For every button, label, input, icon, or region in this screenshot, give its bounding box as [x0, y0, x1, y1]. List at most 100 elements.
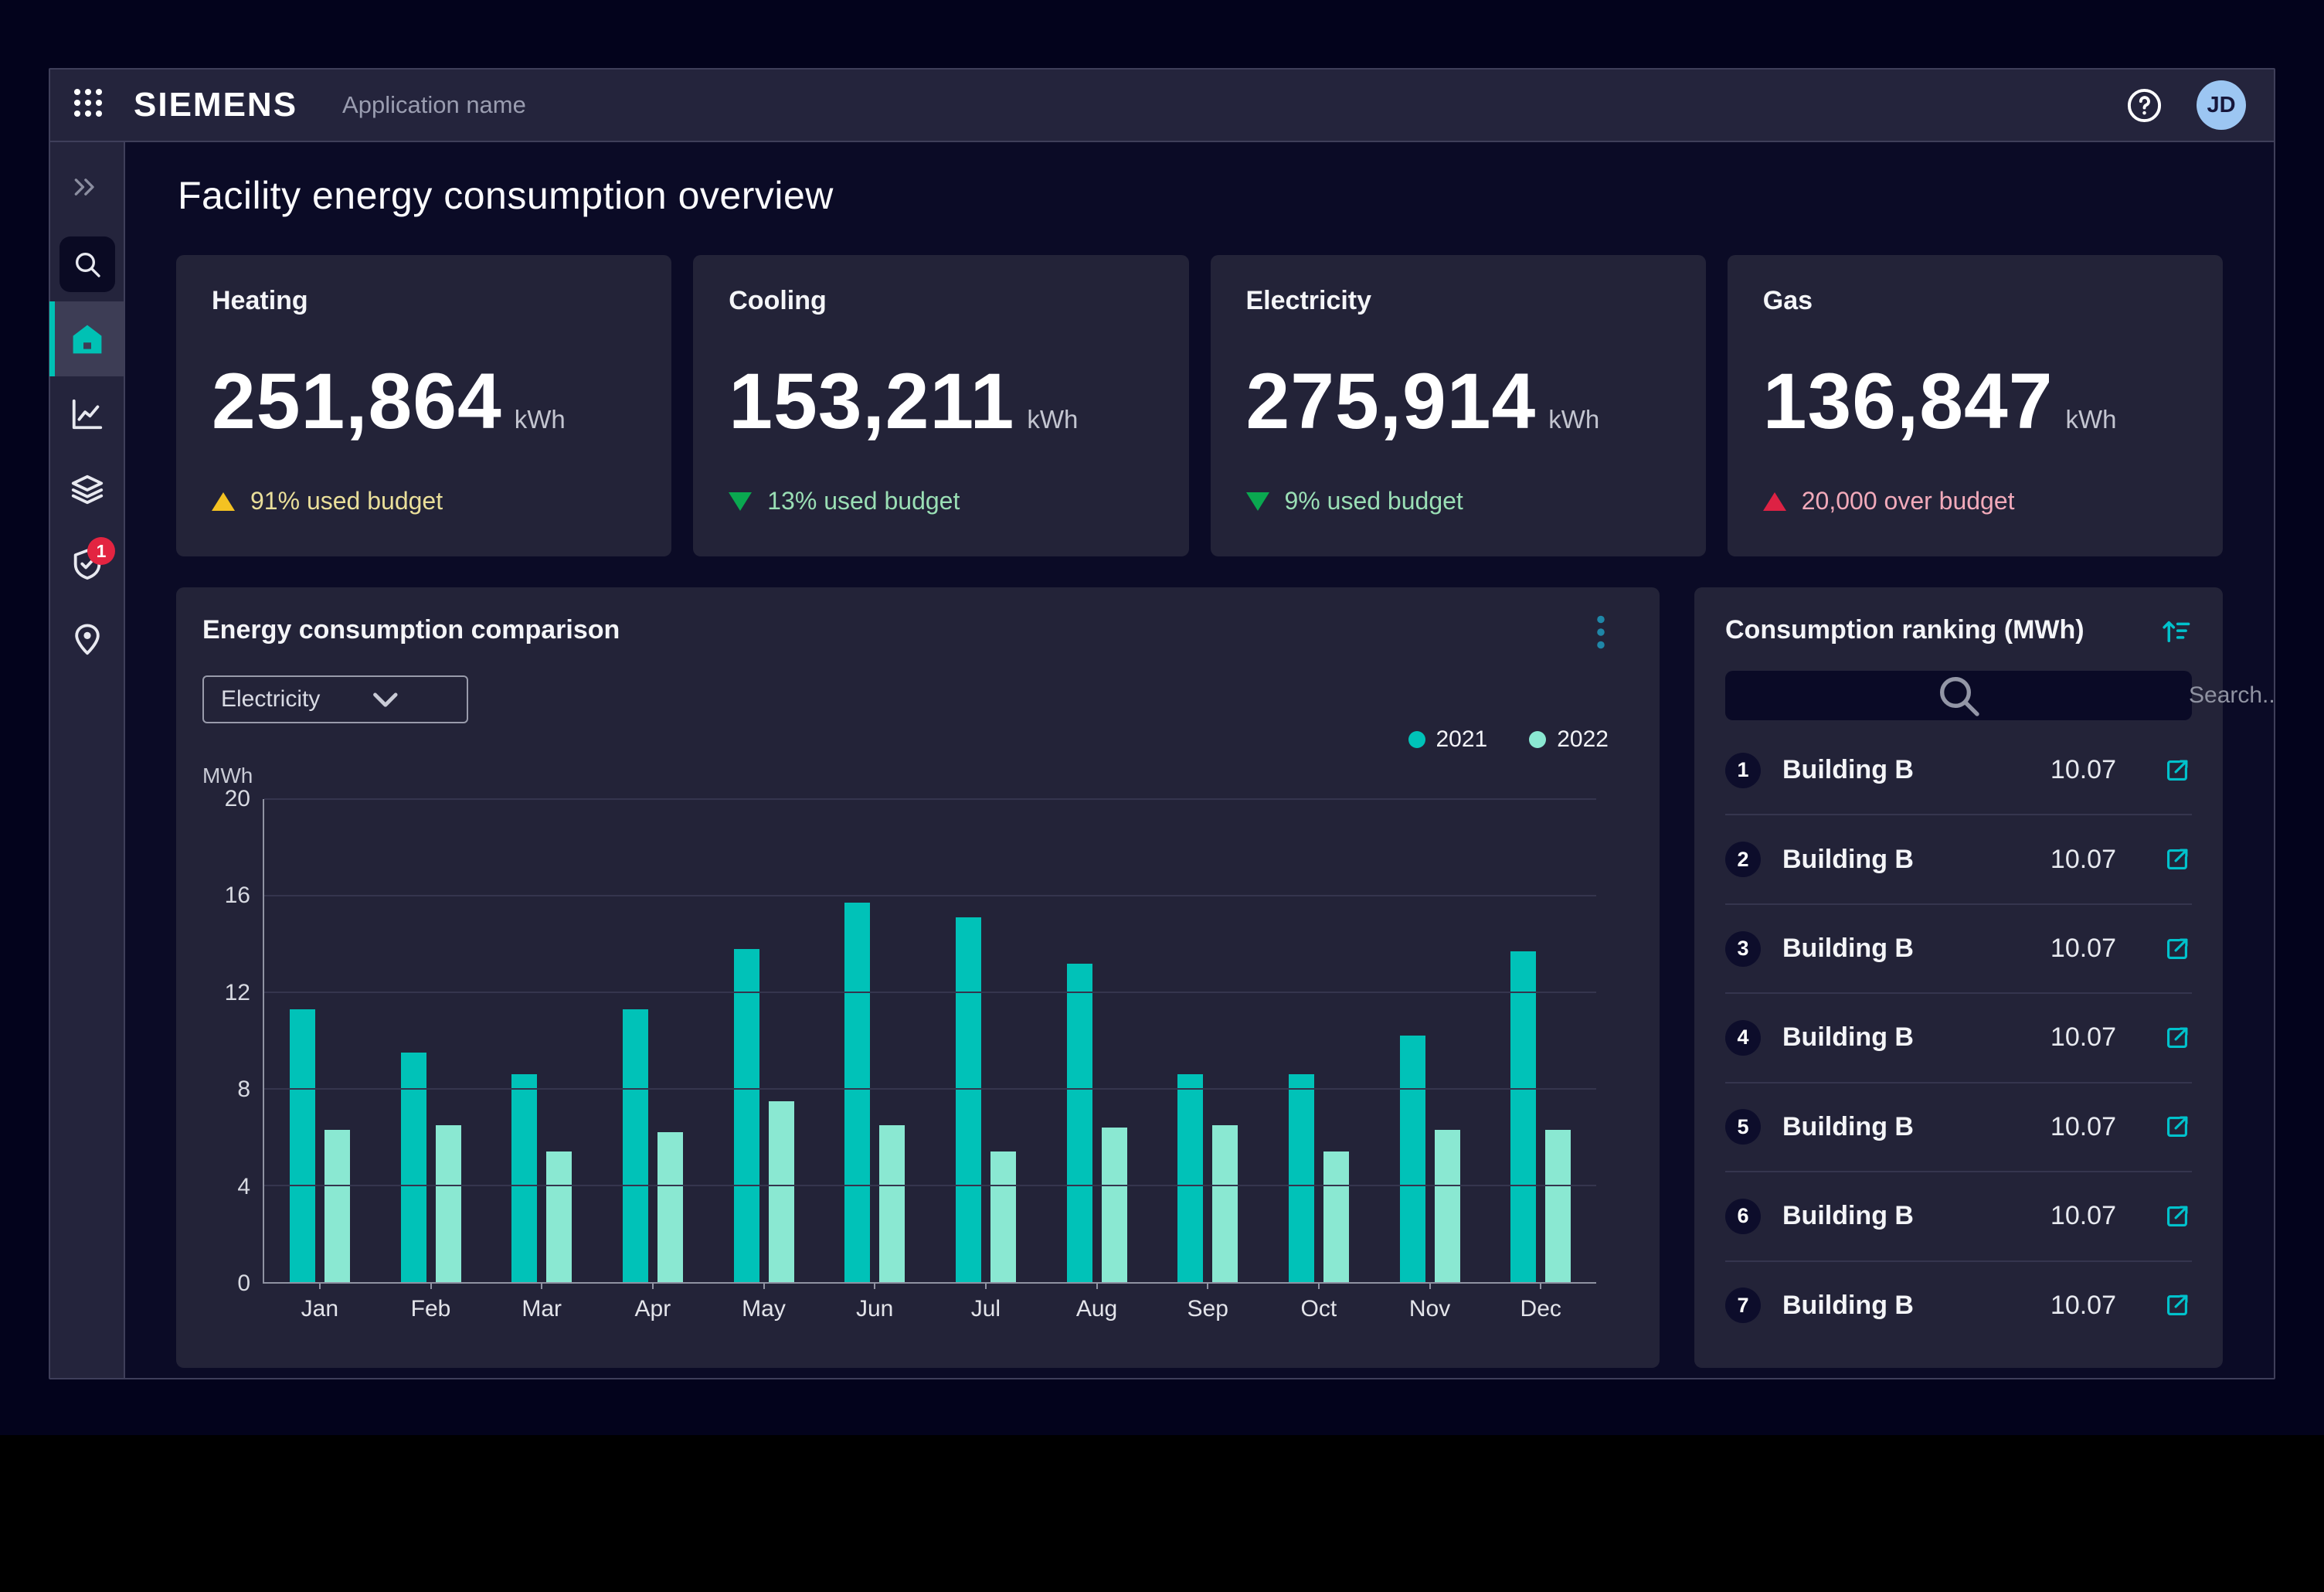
ranking-row-5[interactable]: 5 Building B 10.07	[1725, 1083, 2192, 1172]
open-building-button[interactable]	[2163, 1202, 2192, 1231]
bar-2022-mar[interactable]	[546, 1151, 572, 1282]
bar-2022-jun[interactable]	[879, 1125, 905, 1282]
avatar[interactable]: JD	[2197, 80, 2246, 130]
sort-button[interactable]	[2159, 615, 2192, 648]
page-title: Facility energy consumption overview	[178, 173, 2223, 218]
x-axis-tick	[652, 1282, 654, 1289]
bar-2021-nov[interactable]	[1400, 1036, 1425, 1282]
status-triangle-icon	[1246, 492, 1269, 511]
bar-2022-nov[interactable]	[1435, 1130, 1460, 1282]
bar-2022-oct[interactable]	[1323, 1151, 1349, 1282]
bar-2021-oct[interactable]	[1289, 1074, 1314, 1282]
status-triangle-icon	[729, 492, 752, 511]
status-triangle-icon	[212, 492, 235, 511]
search-icon	[1742, 671, 2175, 720]
ranking-row-6[interactable]: 6 Building B 10.07	[1725, 1172, 2192, 1261]
bar-2021-jun[interactable]	[844, 903, 870, 1282]
legend-dot	[1529, 731, 1546, 748]
sidebar-item-home[interactable]	[49, 301, 124, 376]
search-input[interactable]	[2189, 682, 2274, 709]
bar-group-dec	[1485, 799, 1596, 1282]
bar-2021-apr[interactable]	[623, 1009, 648, 1282]
gridline	[264, 1185, 1596, 1186]
bar-2021-may[interactable]	[734, 949, 759, 1282]
bar-2022-dec[interactable]	[1545, 1130, 1571, 1282]
sidebar-item-search[interactable]	[49, 226, 124, 301]
help-button[interactable]	[2126, 87, 2163, 124]
bar-group-jun	[819, 799, 930, 1282]
x-tick-label: Mar	[486, 1296, 597, 1322]
x-tick-label: Aug	[1041, 1296, 1153, 1322]
sort-icon	[2159, 615, 2192, 648]
chart-options-button[interactable]	[1596, 615, 1627, 652]
open-building-button[interactable]	[2163, 1112, 2192, 1141]
active-indicator	[49, 301, 55, 376]
ranking-row-4[interactable]: 4 Building B 10.07	[1725, 994, 2192, 1083]
bar-2021-dec[interactable]	[1510, 951, 1536, 1282]
kpi-card-gas: Gas 136,847 kWh 20,000 over budget	[1728, 255, 2223, 556]
app-header: SIEMENS Application name JD	[50, 70, 2274, 142]
bar-2022-may[interactable]	[769, 1101, 794, 1282]
bar-2022-apr[interactable]	[657, 1132, 683, 1282]
legend-label: 2021	[1436, 726, 1488, 753]
consumption-value: 10.07	[2050, 934, 2116, 964]
building-name: Building B	[1782, 1022, 2029, 1053]
gridline	[264, 1088, 1596, 1090]
sidebar-item-layers[interactable]	[49, 451, 124, 526]
ranking-row-1[interactable]: 1 Building B 10.07	[1725, 726, 2192, 815]
external-link-icon	[2163, 1112, 2192, 1141]
kpi-unit: kWh	[1027, 405, 1078, 434]
bar-2021-jan[interactable]	[290, 1009, 315, 1282]
kpi-label: Heating	[212, 286, 636, 316]
bar-2021-aug[interactable]	[1067, 964, 1092, 1283]
kpi-unit: kWh	[515, 405, 566, 434]
bar-2021-mar[interactable]	[511, 1074, 537, 1282]
sidebar-item-chevron-double-right[interactable]	[49, 151, 124, 226]
sidebar-item-shield-check[interactable]: 1	[49, 526, 124, 601]
y-tick-label: 0	[237, 1271, 250, 1297]
plot-area	[263, 799, 1596, 1284]
plot-row: 048121620	[202, 799, 1627, 1284]
bar-2022-jul[interactable]	[990, 1151, 1016, 1282]
notification-badge: 1	[87, 537, 115, 565]
consumption-value: 10.07	[2050, 1022, 2116, 1053]
app-launcher-button[interactable]	[72, 87, 109, 124]
bar-2022-jan[interactable]	[324, 1130, 350, 1282]
consumption-ranking-panel: Consumption ranking (MWh) 1 Building B 1…	[1694, 587, 2223, 1368]
bar-2022-feb[interactable]	[436, 1125, 461, 1282]
x-axis-tick	[874, 1282, 875, 1289]
building-name: Building B	[1782, 1201, 2029, 1231]
energy-type-select[interactable]: Electricity	[202, 675, 468, 723]
header-actions: JD	[2126, 80, 2246, 130]
sidebar-item-line-chart[interactable]	[49, 376, 124, 451]
consumption-value: 10.07	[2050, 1291, 2116, 1321]
bar-2021-jul[interactable]	[956, 917, 981, 1282]
open-building-button[interactable]	[2163, 934, 2192, 964]
open-building-button[interactable]	[2163, 1291, 2192, 1320]
bar-2021-sep[interactable]	[1177, 1074, 1203, 1282]
open-building-button[interactable]	[2163, 1023, 2192, 1053]
bar-group-jul	[930, 799, 1041, 1282]
open-building-button[interactable]	[2163, 756, 2192, 785]
bar-2022-aug[interactable]	[1102, 1128, 1127, 1282]
bar-2021-feb[interactable]	[401, 1053, 426, 1282]
x-axis-labels: JanFebMarAprMayJunJulAugSepOctNovDec	[264, 1296, 1596, 1322]
chart-panel-title: Energy consumption comparison	[202, 615, 620, 645]
kpi-card-electricity: Electricity 275,914 kWh 9% used budget	[1211, 255, 1706, 556]
bar-2022-sep[interactable]	[1212, 1125, 1238, 1282]
y-tick-label: 4	[237, 1174, 250, 1200]
bar-group-mar	[486, 799, 597, 1282]
gridline	[264, 798, 1596, 800]
ranking-row-3[interactable]: 3 Building B 10.07	[1725, 905, 2192, 994]
x-tick-label: Sep	[1152, 1296, 1263, 1322]
home-icon	[70, 321, 105, 357]
ranking-search	[1725, 671, 2192, 720]
open-building-button[interactable]	[2163, 845, 2192, 874]
bar-group-sep	[1152, 799, 1263, 1282]
ranking-row-7[interactable]: 7 Building B 10.07	[1725, 1262, 2192, 1349]
ranking-row-2[interactable]: 2 Building B 10.07	[1725, 815, 2192, 904]
sidebar-item-location-pin[interactable]	[49, 601, 124, 676]
x-tick-label: Jul	[930, 1296, 1041, 1322]
ranking-panel-title: Consumption ranking (MWh)	[1725, 615, 2084, 645]
bar-group-feb	[375, 799, 487, 1282]
